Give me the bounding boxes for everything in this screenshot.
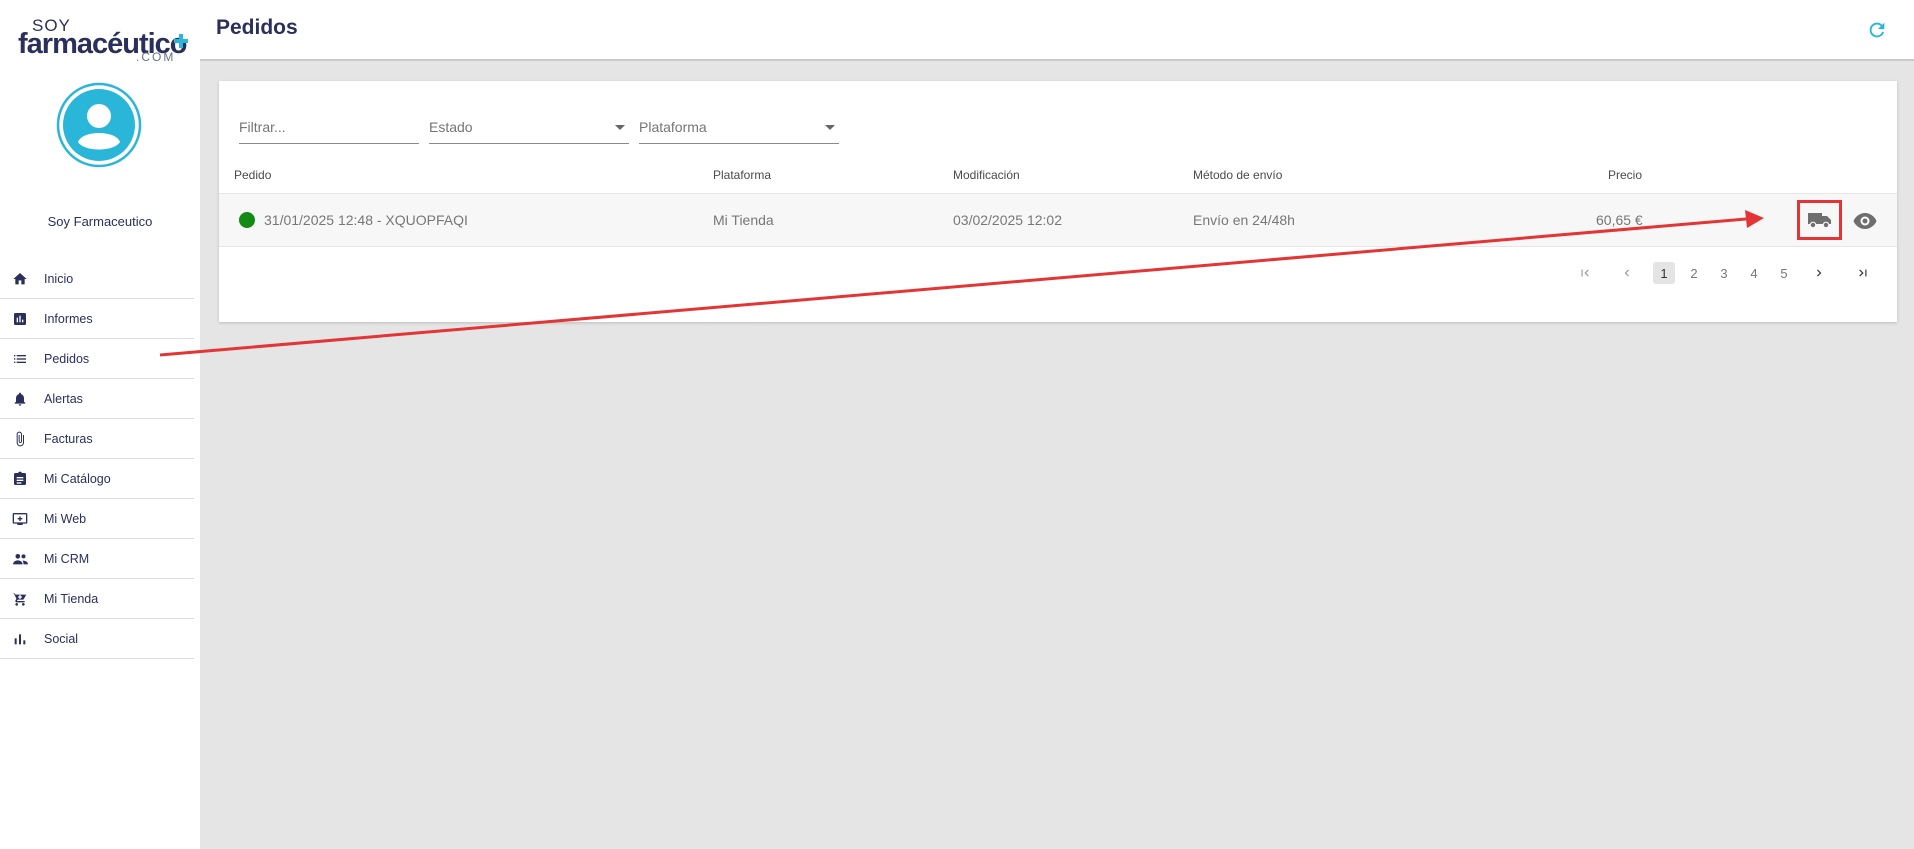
column-header-modificacion[interactable]: Modificación [953, 168, 1020, 182]
sidebar-item-informes[interactable]: Informes [0, 299, 194, 339]
estado-select[interactable]: Estado [429, 115, 629, 144]
sidebar-item-label: Alertas [44, 391, 83, 406]
eye-icon [1853, 213, 1877, 229]
next-page-button[interactable] [1809, 262, 1829, 284]
first-page-icon [1581, 269, 1589, 277]
table-row[interactable]: 31/01/2025 12:48 - XQUOPFAQI Mi Tienda 0… [219, 193, 1897, 247]
sidebar-item-label: Mi Tienda [44, 591, 99, 606]
page-button-4[interactable]: 4 [1745, 262, 1763, 284]
page-button-1[interactable]: 1 [1653, 262, 1675, 284]
sidebar-item-label: Social [44, 631, 79, 646]
view-button[interactable] [1850, 206, 1880, 236]
sidebar-item-label: Mi Web [44, 511, 87, 526]
refresh-icon[interactable] [1866, 19, 1888, 41]
status-dot-icon [239, 212, 255, 228]
sidebar-item-inicio[interactable]: Inicio [0, 259, 194, 299]
dropdown-arrow-icon [825, 125, 835, 130]
sidebar-item-social[interactable]: Social [0, 619, 194, 659]
sidebar-item-label: Inicio [44, 271, 74, 286]
column-header-pedido[interactable]: Pedido [234, 168, 271, 182]
cell-pedido: 31/01/2025 12:48 - XQUOPFAQI [264, 212, 468, 228]
chevron-right-icon [1817, 269, 1822, 277]
chevron-left-icon [1624, 269, 1629, 277]
bell-icon [11, 390, 29, 408]
first-page-button[interactable] [1575, 262, 1595, 284]
shipping-button[interactable] [1797, 200, 1842, 240]
column-header-plataforma[interactable]: Plataforma [713, 168, 771, 182]
page-button-2[interactable]: 2 [1685, 262, 1703, 284]
sidebar-item-alertas[interactable]: Alertas [0, 379, 194, 419]
sidebar-item-mi-crm[interactable]: Mi CRM [0, 539, 194, 579]
sidebar-item-label: Facturas [44, 431, 93, 446]
sidebar-item-pedidos[interactable]: Pedidos [0, 339, 194, 379]
page-button-3[interactable]: 3 [1715, 262, 1733, 284]
search-placeholder: Filtrar... [239, 119, 286, 135]
monitor-icon [11, 510, 29, 528]
sidebar-nav: Inicio Informes Pedidos Alertas Facturas [0, 259, 194, 659]
brand-logo[interactable]: SOY farmacéutico .COM [18, 16, 188, 64]
cell-modificacion: 03/02/2025 12:02 [953, 212, 1062, 228]
user-name: Soy Farmaceutico [47, 214, 153, 229]
top-header: Pedidos [200, 0, 1914, 61]
list-icon [11, 350, 29, 368]
column-header-metodo-envio[interactable]: Método de envío [1193, 168, 1282, 182]
sidebar: SOY farmacéutico .COM Soy Farmaceutico I… [0, 0, 200, 849]
estado-label: Estado [429, 119, 473, 135]
home-icon [11, 270, 29, 288]
dropdown-arrow-icon [615, 125, 625, 130]
plataforma-label: Plataforma [639, 119, 707, 135]
cell-precio: 60,65 € [1596, 212, 1643, 228]
orders-card: Filtrar... Estado Plataforma Pedido Plat… [219, 81, 1897, 322]
plus-cross-icon [174, 34, 188, 48]
cell-plataforma: Mi Tienda [713, 212, 774, 228]
user-avatar-icon [56, 82, 142, 168]
sidebar-item-mi-tienda[interactable]: Mi Tienda [0, 579, 194, 619]
logo-com: .COM [136, 50, 176, 64]
last-page-icon [1859, 269, 1867, 277]
paperclip-icon [11, 430, 29, 448]
cart-icon [11, 590, 29, 608]
sidebar-item-label: Mi Catálogo [44, 471, 111, 486]
report-icon [11, 310, 29, 328]
search-input[interactable]: Filtrar... [239, 115, 419, 144]
prev-page-button[interactable] [1617, 262, 1637, 284]
last-page-button[interactable] [1853, 262, 1873, 284]
sidebar-item-mi-catalogo[interactable]: Mi Catálogo [0, 459, 194, 499]
sidebar-item-label: Pedidos [44, 351, 90, 366]
people-icon [11, 550, 29, 568]
bar-chart-icon [11, 630, 29, 648]
truck-icon [1807, 213, 1831, 229]
page-button-5[interactable]: 5 [1775, 262, 1793, 284]
clipboard-icon [11, 470, 29, 488]
sidebar-item-mi-web[interactable]: Mi Web [0, 499, 194, 539]
sidebar-item-label: Mi CRM [44, 551, 90, 566]
cell-metodo-envio: Envío en 24/48h [1193, 212, 1295, 228]
page-title: Pedidos [216, 16, 298, 39]
sidebar-item-facturas[interactable]: Facturas [0, 419, 194, 459]
plataforma-select[interactable]: Plataforma [639, 115, 839, 144]
sidebar-item-label: Informes [44, 311, 93, 326]
column-header-precio[interactable]: Precio [1608, 168, 1642, 182]
